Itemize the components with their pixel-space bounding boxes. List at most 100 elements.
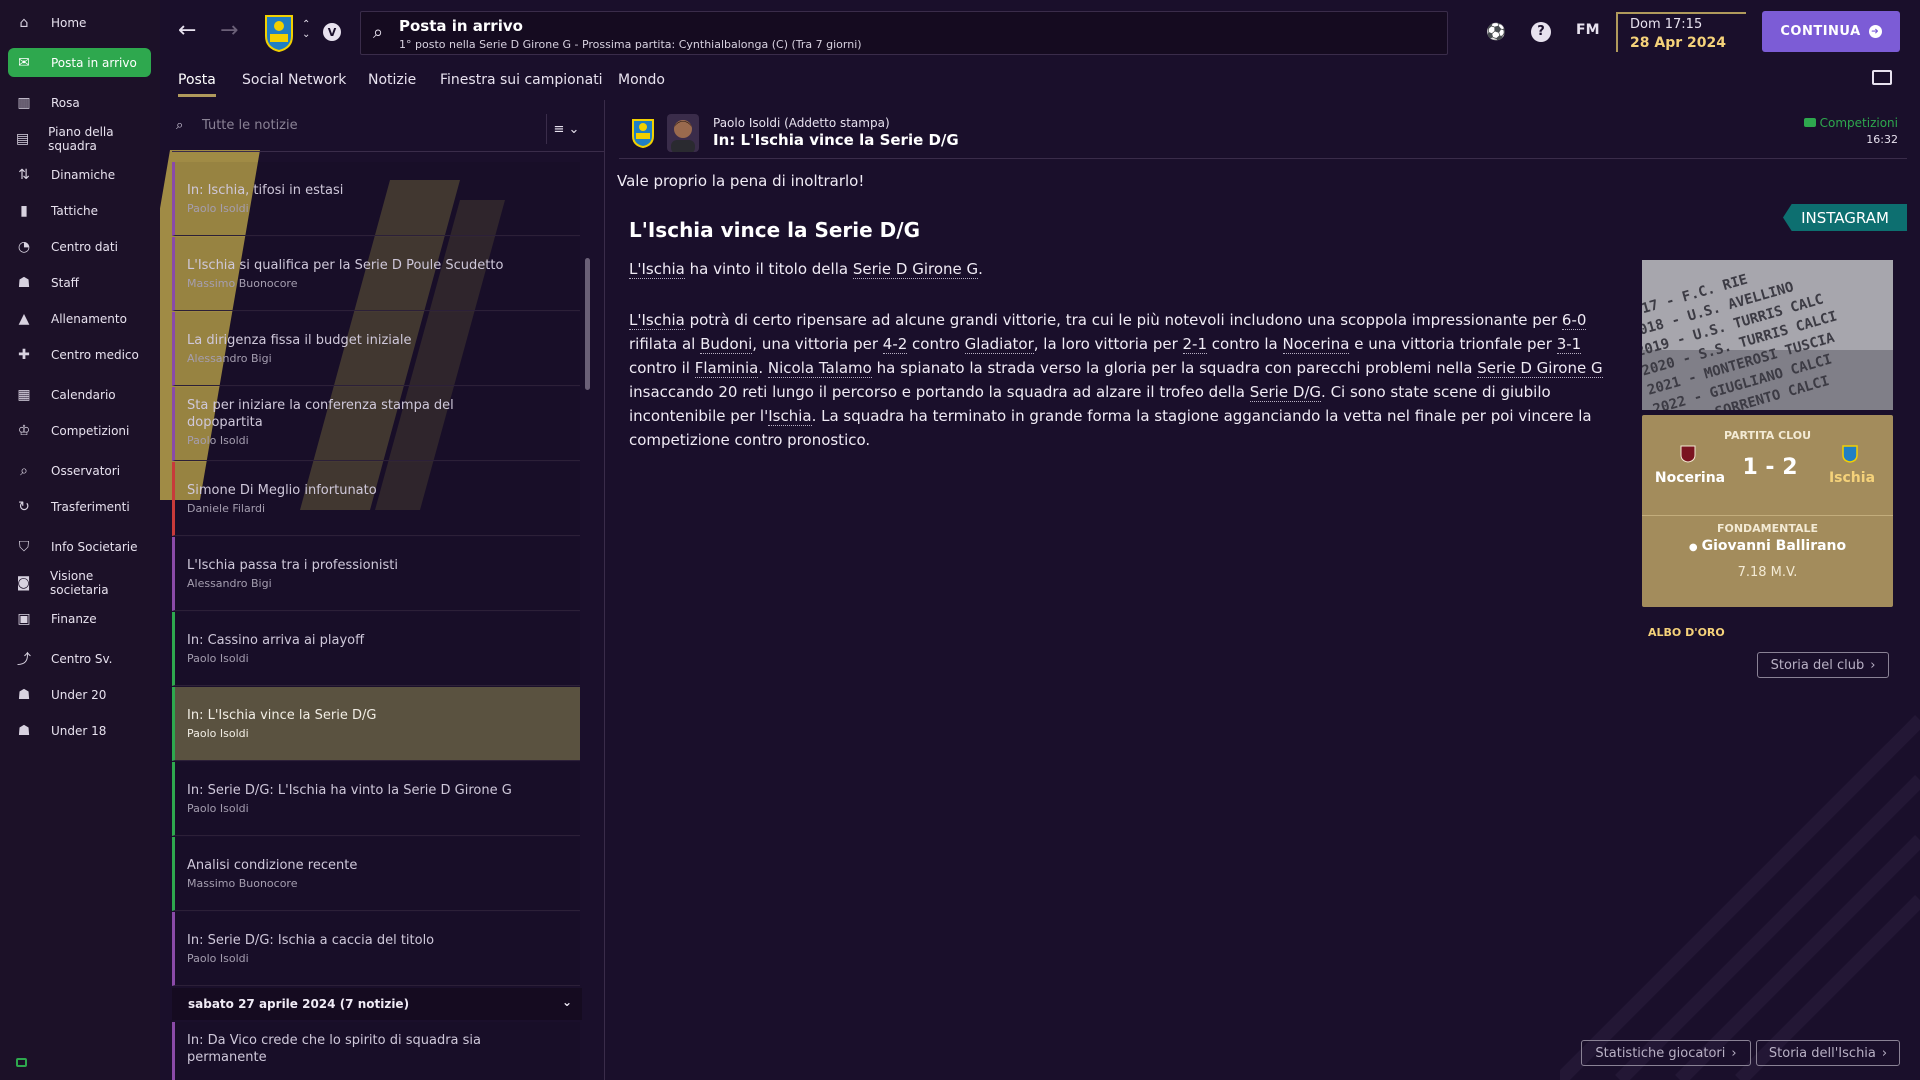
sidebar-item-inbox[interactable]: ✉ Posta in arrivo (8, 48, 151, 77)
list-item[interactable]: In: Da Vico crede che lo spirito di squa… (172, 1022, 580, 1080)
club-crest-icon (632, 119, 654, 148)
instagram-badge: INSTAGRAM (1783, 204, 1907, 231)
list-item[interactable]: In: Serie D/G: Ischia a caccia del titol… (172, 912, 580, 986)
message-category[interactable]: Competizioni (1803, 116, 1898, 130)
sidebar-item-scouting[interactable]: ⌕ Osservatori (8, 456, 151, 485)
avatar[interactable] (667, 114, 699, 152)
match-score: 1 - 2 (1742, 455, 1798, 480)
list-item[interactable]: L'Ischia passa tra i professionisti Aless… (172, 537, 580, 611)
sidebar-item-training[interactable]: ▲ Allenamento (8, 304, 151, 333)
sidebar-item-finances[interactable]: ▣ Finanze (8, 604, 151, 633)
list-item-selected[interactable]: In: L'Ischia vince la Serie D/G Paolo Iso… (172, 687, 580, 761)
monitor-icon[interactable] (1872, 70, 1892, 85)
trophy-icon: ♔ (17, 422, 31, 439)
chevron-right-icon: › (1870, 657, 1876, 673)
sidebar-item-medical[interactable]: ✚ Centro medico (8, 340, 151, 369)
fm-menu-button[interactable]: FM (1576, 22, 1600, 38)
arrow-right-icon: ➜ (1868, 25, 1882, 38)
page-title: Posta in arrivo (399, 17, 523, 35)
list-item[interactable]: Simone Di Meglio infortunato Daniele Fila… (172, 462, 580, 536)
svg-text:V: V (328, 26, 337, 39)
tab-notizie[interactable]: Notizie (368, 72, 416, 88)
date-display: Dom 17:15 28 Apr 2024 (1616, 12, 1746, 52)
sidebar: ⌂ Home ✉ Posta in arrivo ▥ Rosa ▤ Piano dell… (0, 0, 160, 1080)
forward-arrow-icon[interactable]: → (220, 18, 238, 43)
home-icon: ⌂ (19, 14, 29, 31)
sidebar-item-squad[interactable]: ▥ Rosa (8, 88, 151, 117)
sidebar-item-under-20[interactable]: ☗ Under 20 (8, 680, 151, 709)
list-options-icon[interactable]: ≡ ⌄ (546, 114, 586, 144)
home-crest-icon (1680, 445, 1696, 463)
roll-of-honour-label: ALBO D'ORO (1648, 626, 1725, 639)
sidebar-item-squad-plan[interactable]: ▤ Piano della squadra (8, 124, 151, 153)
tab-mondo[interactable]: Mondo (618, 72, 665, 88)
continue-button[interactable]: CONTINUA ➜ (1762, 11, 1900, 52)
back-arrow-icon[interactable]: ← (178, 18, 196, 43)
staff-icon: ☗ (17, 274, 31, 291)
club-badge-icon[interactable]: V (322, 22, 342, 42)
page-search-bar[interactable]: ⌕ Posta in arrivo 1° posto nella Serie D… (360, 11, 1448, 55)
key-match-card[interactable]: PARTITA CLOU Nocerina 1 - 2 Ischia FONDA… (1642, 415, 1893, 607)
divider (1642, 515, 1893, 516)
shield-icon: ⛉ (18, 538, 30, 555)
key-player[interactable]: ● Giovanni Ballirano (1642, 538, 1893, 554)
sidebar-item-dev-centre[interactable]: ⤴ Centro Sv. (8, 644, 151, 673)
sidebar-item-transfers[interactable]: ↻ Trasferimenti (8, 492, 151, 521)
inbox-icon: ✉ (18, 54, 30, 71)
shirt-icon: ▥ (17, 94, 31, 111)
sidebar-item-tactics[interactable]: ▮ Tattiche (8, 196, 151, 225)
divider (619, 158, 1907, 159)
finance-icon: ▣ (17, 610, 31, 627)
message-time: 16:32 (1866, 133, 1898, 146)
list-item[interactable]: In: Cassino arriva ai playoff Paolo Isold… (172, 612, 580, 686)
calendar-icon: ▦ (17, 386, 31, 403)
scout-icon: ⌕ (20, 462, 28, 479)
tab-posta[interactable]: Posta (178, 72, 216, 97)
data-icon: ◔ (17, 238, 31, 255)
club-switch-icon[interactable]: ⌃ ⌄ (302, 20, 310, 40)
competition-icon (1803, 118, 1816, 127)
list-item[interactable]: La dirigenza fissa il budget iniziale Ale… (172, 312, 580, 386)
list-item[interactable]: In: Ischia, tifosi in estasi Paolo Isoldi (172, 162, 580, 236)
training-icon: ▲ (18, 310, 30, 327)
ischia-history-button[interactable]: Storia dell'Ischia › (1756, 1040, 1900, 1066)
youth-icon: ☗ (17, 686, 31, 703)
football-icon[interactable]: ⚽ (1486, 22, 1506, 41)
club-history-button[interactable]: Storia del club › (1757, 652, 1889, 678)
search-icon: ⌕ (176, 118, 184, 133)
list-item[interactable]: Sta per iniziare la conferenza stampa de… (172, 387, 580, 461)
sidebar-item-home[interactable]: ⌂ Home (8, 8, 151, 37)
sidebar-item-calendar[interactable]: ▦ Calendario (8, 380, 151, 409)
sidebar-item-club-vision[interactable]: ◙ Visione societaria (8, 568, 151, 597)
list-item[interactable]: Analisi condizione recente Massimo Buonoc… (172, 837, 580, 911)
sidebar-item-dynamics[interactable]: ⇅ Dinamiche (8, 160, 151, 189)
player-stats-button[interactable]: Statistiche giocatori › (1581, 1040, 1751, 1066)
news-search-input[interactable]: Tutte le notizie (202, 118, 298, 133)
tab-social-network[interactable]: Social Network (242, 72, 346, 88)
list-item[interactable]: In: Serie D/G: L'Ischia ha vinto la Seri… (172, 762, 580, 836)
tab-finestra-campionati[interactable]: Finestra sui campionati (440, 72, 603, 88)
chevron-down-icon: ⌄ (561, 995, 572, 1009)
news-filter-bar: ⌕ Tutte le notizie ≡ ⌄ (172, 114, 604, 152)
sidebar-item-competitions[interactable]: ♔ Competizioni (8, 416, 151, 445)
list-item[interactable]: L'Ischia si qualifica per la Serie D Pou… (172, 237, 580, 311)
youth-icon: ☗ (17, 722, 31, 739)
sidebar-item-club-info[interactable]: ⛉ Info Societarie (8, 532, 151, 561)
status-indicator-icon[interactable] (16, 1058, 27, 1067)
sidebar-item-staff[interactable]: ☗ Staff (8, 268, 151, 297)
message-subject: In: L'Ischia vince la Serie D/G (713, 131, 959, 149)
away-team: Ischia (1828, 470, 1876, 486)
sidebar-item-under-18[interactable]: ☗ Under 18 (8, 716, 151, 745)
person-icon: ● (1688, 542, 1698, 553)
help-icon[interactable]: ? (1531, 22, 1551, 42)
club-crest-icon[interactable] (264, 14, 294, 52)
sidebar-item-data-hub[interactable]: ◔ Centro dati (8, 232, 151, 261)
top-bar: ← → ⌃ ⌄ V ⌕ Posta in arrivo 1° posto nell… (160, 0, 1920, 62)
news-list-scrollbar[interactable] (585, 258, 590, 390)
home-team: Nocerina (1654, 470, 1726, 486)
message-intro: Vale proprio la pena di inoltrarlo! (617, 172, 865, 190)
tactics-icon: ▮ (20, 202, 28, 219)
message-sender[interactable]: Paolo Isoldi (Addetto stampa) (713, 116, 890, 130)
dynamics-icon: ⇅ (18, 166, 30, 183)
day-group-header[interactable]: sabato 27 aprile 2024 (7 notizie) ⌄ (172, 988, 582, 1020)
